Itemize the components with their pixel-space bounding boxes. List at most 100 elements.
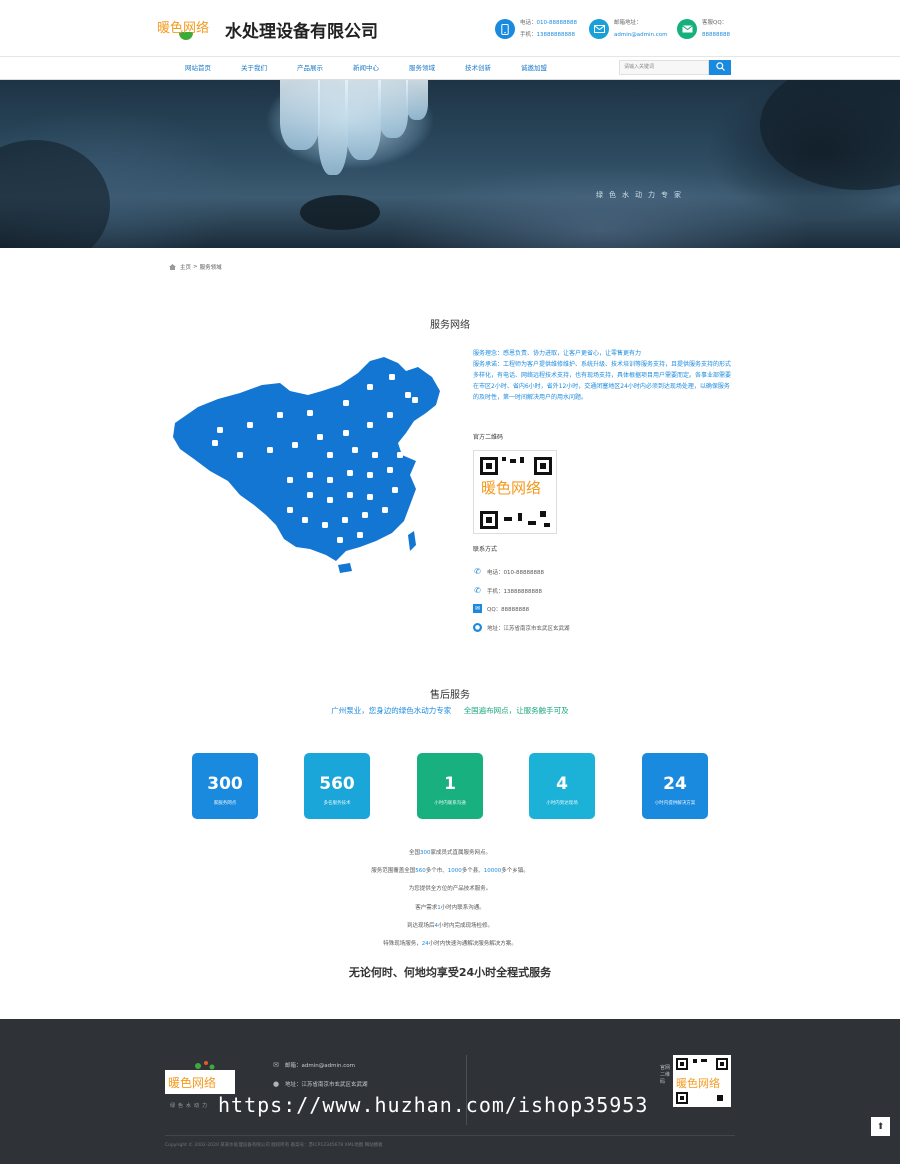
email-value[interactable]: admin@admin.com <box>614 29 667 41</box>
header-email: 邮箱地址： admin@admin.com <box>589 17 667 41</box>
after-sales-line-part: 10000 <box>483 868 502 875</box>
after-sales-line-part: 24 <box>421 941 429 947</box>
nav-item[interactable]: 新闻中心 <box>338 57 394 80</box>
footer-qr-code: 暖色网络 <box>673 1055 731 1107</box>
stat-value: 300 <box>207 774 243 794</box>
search-icon <box>715 62 725 73</box>
arrow-up-icon: ⬆ <box>876 1121 885 1132</box>
qq-value[interactable]: 88888888 <box>702 29 730 41</box>
footer-email: ✉ 邮箱：admin@admin.com <box>272 1061 355 1069</box>
map-pin-icon <box>387 412 393 418</box>
after-sales-line: 到达现场后4小时内完成现场检修。 <box>0 921 900 929</box>
breadcrumb: 主页 > 服务领域 <box>169 263 222 271</box>
qr-label: 官方二维码 <box>473 434 504 441</box>
nav-item[interactable]: 关于我们 <box>226 57 282 80</box>
service-slogan: 无论何时、何地均享受24小时全程式服务 <box>348 966 552 979</box>
map-pin-icon <box>367 494 373 500</box>
after-sales-line-part: 全国 <box>408 850 420 856</box>
stat-label: 小时内联系沟通 <box>434 801 466 806</box>
map-pin-icon <box>343 430 349 436</box>
footer-logo[interactable]: 暖色网络 <box>165 1070 235 1094</box>
qq-label: 客服QQ： <box>702 20 728 26</box>
after-sales-line-part: 小时内快速沟通解决服务解决方案。 <box>428 941 517 947</box>
stat-label: 家服务网点 <box>213 801 237 806</box>
logo-badge: 暖色网络 <box>157 14 221 44</box>
location-icon: ● <box>272 1080 280 1088</box>
nav-item[interactable]: 网站首页 <box>170 57 226 80</box>
nav-list: 网站首页 关于我们 产品展示 新闻中心 服务领域 技术创新 诚邀加盟 <box>170 57 562 80</box>
home-icon[interactable] <box>169 264 176 270</box>
map-pin-icon <box>367 472 373 478</box>
stat-box: 4 小时内到达现场 <box>529 753 595 819</box>
after-sales-line-part: 560 <box>415 868 426 875</box>
map-pin-icon <box>302 517 308 523</box>
search-input[interactable]: 请输入关键词 <box>619 60 709 75</box>
map-pin-icon <box>412 397 418 403</box>
after-sales-line-part: 到达现场后 <box>406 922 435 929</box>
qq-mail-icon <box>677 19 697 39</box>
phone-value: 010-88888888 <box>536 20 577 26</box>
nav-item[interactable]: 产品展示 <box>282 57 338 80</box>
map-pin-icon <box>307 410 313 416</box>
contact-label: 联系方式 <box>473 546 498 553</box>
after-sales-line: 客户需求1小时内联系沟通。 <box>0 903 900 911</box>
map-pin-icon <box>307 472 313 478</box>
map-pin-icon <box>357 532 363 538</box>
map-pin-icon <box>212 440 218 446</box>
hainan-shape <box>338 563 352 573</box>
header-qq: 客服QQ： 88888888 <box>677 17 730 41</box>
nav-item[interactable]: 诚邀加盟 <box>506 57 562 80</box>
after-sales-line: 为您提供全方位的产品技术服务。 <box>0 884 900 892</box>
email-icon <box>589 19 609 39</box>
breadcrumb-home[interactable]: 主页 <box>180 263 191 271</box>
company-name: 水处理设备有限公司 <box>225 21 378 42</box>
email-icon: ✉ <box>273 1061 279 1069</box>
taiwan-shape <box>408 531 416 551</box>
map-pin-icon <box>292 442 298 448</box>
stat-label: 小时内到达现场 <box>546 801 578 806</box>
after-sales-line-part: 小时内完成现场检修。 <box>438 922 494 929</box>
footer-email-text: 邮箱：admin@admin.com <box>285 1063 355 1069</box>
back-to-top-button[interactable]: ⬆ <box>871 1117 890 1136</box>
map-pin-icon <box>352 447 358 453</box>
after-sales-line-part: 多个市、 <box>425 868 448 875</box>
map-pin-icon <box>337 537 343 543</box>
service-title: 服务网络 <box>430 320 470 331</box>
map-pin-icon <box>217 427 223 433</box>
mobile-value: 13888888888 <box>536 32 576 38</box>
map-pin-icon <box>367 422 373 428</box>
stat-box: 1 小时内联系沟通 <box>417 753 483 819</box>
after-sales-line-part: 300 <box>420 850 431 856</box>
map-pin-icon <box>327 477 333 483</box>
after-sales-line: 全国300家成员式直属服务网点。 <box>0 848 900 856</box>
banner-slogan: 绿色水动力专家 <box>596 191 687 199</box>
contact-mobile-text: 手机：13888888888 <box>487 588 542 595</box>
map-pin-icon <box>405 392 411 398</box>
after-sales-sub-a: 广州泵业，您身边的绿色水动力专家 <box>331 706 452 715</box>
mobile-icon: ✆ <box>474 586 481 595</box>
stat-box: 24 小时内提供解决方案 <box>642 753 708 819</box>
phone-label: 电话： <box>520 20 537 26</box>
map-pin-icon <box>327 497 333 503</box>
map-pin-icon <box>342 517 348 523</box>
china-map-shape <box>173 357 440 561</box>
search-button[interactable] <box>709 60 731 75</box>
map-pin-icon <box>347 492 353 498</box>
map-pin-icon <box>322 522 328 528</box>
contact-address-text: 地址：江苏省南京市玄武区玄武湖 <box>487 625 570 632</box>
contact-qq: ✉ QQ：88888888 <box>473 604 529 613</box>
after-sales-sub-b: 全国遍布网点，让服务触手可及 <box>463 706 569 715</box>
nav-item[interactable]: 服务领域 <box>394 57 450 80</box>
map-pin-icon <box>347 470 353 476</box>
breadcrumb-current: 服务领域 <box>199 265 222 271</box>
site-logo[interactable]: 暖色网络 水处理设备有限公司 <box>157 14 378 44</box>
header-phone: 电话：010-88888888 手机：13888888888 <box>495 17 577 41</box>
map-pin-icon <box>392 487 398 493</box>
stat-value: 24 <box>663 774 687 794</box>
map-pin-icon <box>382 507 388 513</box>
after-sales-line-part: 多个县、 <box>461 868 484 875</box>
after-sales-line: 特殊现场服务，24小时内快速沟通解决服务解决方案。 <box>0 939 900 947</box>
nav-item[interactable]: 技术创新 <box>450 57 506 80</box>
footer-logo-sub: 绿色水动力 <box>170 1103 211 1109</box>
contact-mobile: ✆ 手机：13888888888 <box>473 586 542 595</box>
